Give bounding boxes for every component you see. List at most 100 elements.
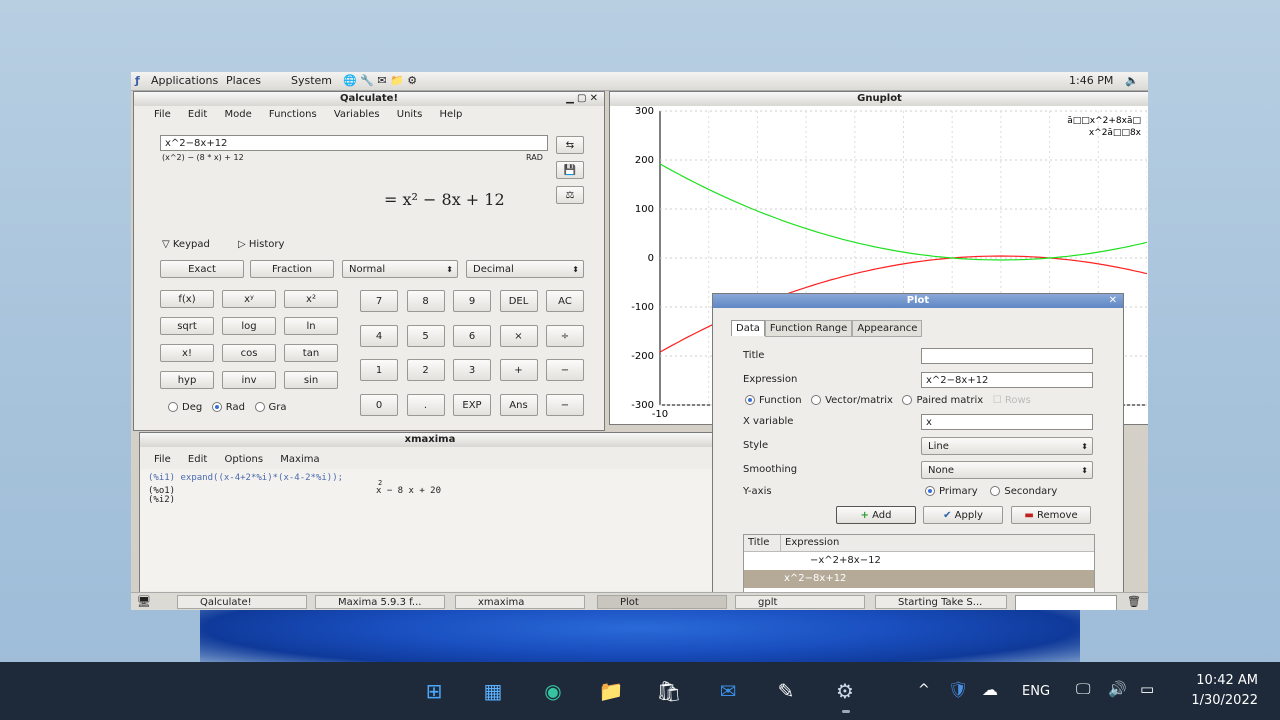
tab-appearance[interactable]: Appearance xyxy=(852,320,923,337)
num-key[interactable]: 6 xyxy=(453,324,491,347)
menu-mode[interactable]: Mode xyxy=(224,109,251,120)
menu-applications[interactable]: Applications xyxy=(151,74,218,87)
num-key[interactable]: ÷ xyxy=(546,324,584,347)
security-icon[interactable]: 🛡 xyxy=(948,680,968,699)
convert-side-button[interactable]: ⚖ xyxy=(556,186,584,204)
battery-icon[interactable]: ▭ xyxy=(1140,680,1154,698)
xmaxima-menu-file[interactable]: File xyxy=(154,454,171,465)
panel-clock[interactable]: 1:46 PM xyxy=(1069,74,1113,87)
num-key[interactable]: 3 xyxy=(453,359,491,381)
save-side-button[interactable]: 💾 xyxy=(556,161,584,179)
fn-key[interactable]: x² xyxy=(284,290,338,308)
title-input[interactable] xyxy=(921,348,1093,364)
speaker-icon[interactable]: 🔊 xyxy=(1108,680,1127,698)
trash-icon[interactable]: 🗑 xyxy=(1127,595,1141,608)
radio-deg[interactable]: Deg xyxy=(168,402,202,413)
menu-units[interactable]: Units xyxy=(397,109,423,120)
fn-key[interactable]: hyp xyxy=(160,371,214,389)
menu-places[interactable]: Places xyxy=(226,74,261,87)
num-key[interactable]: . xyxy=(406,393,445,416)
menu-edit[interactable]: Edit xyxy=(188,109,207,120)
smoothing-select[interactable]: None ⬍ xyxy=(921,461,1093,479)
num-key[interactable]: 4 xyxy=(360,324,398,347)
menu-variables[interactable]: Variables xyxy=(334,109,380,120)
num-key[interactable]: 9 xyxy=(453,290,491,312)
menu-help[interactable]: Help xyxy=(440,109,463,120)
format-select[interactable]: Normal ⬍ xyxy=(342,260,458,278)
launcher-icons[interactable]: 🌐 🔧 ✉ 📁 ⚙ xyxy=(343,74,417,87)
qalculate-titlebar[interactable]: Qalculate! ▁ ▢ ✕ xyxy=(134,92,604,106)
num-key[interactable]: − xyxy=(546,359,584,381)
task-xmaxima[interactable]: xmaxima xyxy=(455,595,585,609)
num-key[interactable]: − xyxy=(546,393,584,416)
checkbox-rows[interactable]: ☐ Rows xyxy=(993,395,1031,406)
fn-key[interactable]: sqrt xyxy=(160,317,214,335)
menu-system[interactable]: System xyxy=(291,74,332,87)
num-key[interactable]: EXP xyxy=(453,393,491,416)
task-gplt[interactable]: gplt xyxy=(735,595,865,609)
workspace-switcher[interactable] xyxy=(1015,595,1117,610)
num-key[interactable]: DEL xyxy=(499,290,538,312)
fn-key[interactable]: inv xyxy=(222,371,276,389)
num-key[interactable]: AC xyxy=(546,290,584,312)
radio-secondary[interactable]: Secondary xyxy=(990,486,1057,497)
mail-icon[interactable]: ✉ xyxy=(712,675,744,707)
task-maxima[interactable]: Maxima 5.9.3 f... xyxy=(315,595,445,609)
radio-vector-matrix[interactable]: Vector/matrix xyxy=(811,395,893,406)
xmaxima-titlebar[interactable]: xmaxima xyxy=(140,433,720,447)
xmaxima-menu-maxima[interactable]: Maxima xyxy=(280,454,319,465)
num-key[interactable]: 8 xyxy=(406,290,445,312)
num-key[interactable]: 2 xyxy=(406,359,445,381)
fn-key[interactable]: cos xyxy=(222,344,276,362)
show-desktop-icon[interactable]: 🖥 xyxy=(137,595,151,608)
radio-primary[interactable]: Primary xyxy=(925,486,978,497)
radio-paired-matrix[interactable]: Paired matrix xyxy=(902,395,983,406)
task-screenshot[interactable]: Starting Take S... xyxy=(875,595,1007,609)
edge-icon[interactable]: ◉ xyxy=(537,675,569,707)
radio-gra[interactable]: Gra xyxy=(254,402,287,413)
fn-key[interactable]: xʸ xyxy=(222,290,276,308)
store-icon[interactable]: 🛍 xyxy=(653,675,685,707)
fn-key[interactable]: tan xyxy=(284,344,338,362)
fedora-logo-icon[interactable]: ƒ xyxy=(135,74,140,87)
history-side-button[interactable]: ⇆ xyxy=(556,136,584,154)
keypad-expander[interactable]: ▽ Keypad xyxy=(162,239,210,250)
xvar-input[interactable]: x xyxy=(921,414,1093,430)
xmaxima-menu-edit[interactable]: Edit xyxy=(188,454,207,465)
clock-date[interactable]: 1/30/2022 xyxy=(1170,693,1258,708)
fn-key[interactable]: ln xyxy=(284,317,338,335)
clock-time[interactable]: 10:42 AM xyxy=(1178,673,1258,688)
gnuplot-titlebar[interactable]: Gnuplot xyxy=(610,92,1148,106)
radio-function[interactable]: Function xyxy=(745,395,802,406)
history-expander[interactable]: ▷ History xyxy=(238,239,284,250)
tab-function-range[interactable]: Function Range xyxy=(764,320,853,337)
xmaxima-console[interactable]: (%i1) expand((x-4+2*%i)*(x-4-2*%i)); 2 (… xyxy=(140,469,718,591)
fraction-button[interactable]: Fraction xyxy=(250,260,334,278)
close-icon[interactable]: ✕ xyxy=(1109,294,1117,308)
table-row-selected[interactable]: x^2−8x+12 xyxy=(744,570,1094,588)
exact-button[interactable]: Exact xyxy=(160,260,244,278)
style-select[interactable]: Line ⬍ xyxy=(921,437,1093,455)
expression-input[interactable]: x^2−8x+12 xyxy=(160,135,548,151)
num-key[interactable]: 7 xyxy=(360,290,398,312)
fn-key[interactable]: log xyxy=(222,317,276,335)
widgets-icon[interactable]: ▦ xyxy=(477,675,509,707)
table-row[interactable]: −x^2+8x−12 xyxy=(744,552,1094,570)
language-indicator[interactable]: ENG xyxy=(1022,684,1050,699)
radio-rad[interactable]: Rad xyxy=(211,402,245,413)
base-select[interactable]: Decimal ⬍ xyxy=(466,260,584,278)
xmaxima-menu-options[interactable]: Options xyxy=(224,454,263,465)
fn-key[interactable]: x! xyxy=(160,344,214,362)
num-key[interactable]: + xyxy=(499,359,538,381)
tray-chevron-icon[interactable]: ^ xyxy=(918,682,930,698)
remove-button[interactable]: ▬ Remove xyxy=(1011,506,1091,524)
settings-icon[interactable]: ⚙ xyxy=(829,675,861,707)
fn-key[interactable]: f(x) xyxy=(160,290,214,308)
add-button[interactable]: + Add xyxy=(836,506,916,524)
num-key[interactable]: 5 xyxy=(406,324,445,347)
file-explorer-icon[interactable]: 📁 xyxy=(595,675,627,707)
virtualbox-icon[interactable]: ✎ xyxy=(770,675,802,707)
num-key[interactable]: Ans xyxy=(499,393,538,416)
tab-data[interactable]: Data xyxy=(731,320,765,336)
onedrive-icon[interactable]: ☁ xyxy=(982,680,998,699)
